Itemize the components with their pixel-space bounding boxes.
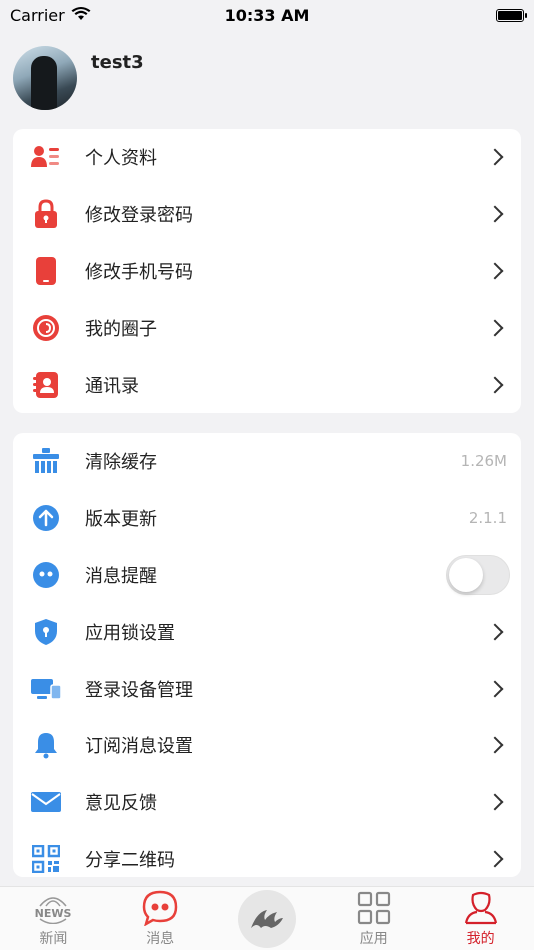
settings-item-clear-cache[interactable]: 清除缓存 1.26M (13, 433, 521, 490)
settings-item-label: 分享二维码 (85, 849, 175, 871)
apps-grid-icon (357, 888, 391, 928)
settings-item-label: 登录设备管理 (85, 679, 193, 701)
tab-label: 我的 (466, 931, 495, 947)
chevron-right-icon (486, 680, 504, 698)
center-logo-icon (237, 890, 296, 948)
account-item-label: 修改手机号码 (85, 261, 193, 283)
settings-item-label: 消息提醒 (85, 565, 157, 587)
settings-item-version[interactable]: 版本更新 2.1.1 (13, 490, 521, 547)
version-value: 2.1.1 (468, 509, 507, 528)
account-settings-card: 个人资料 修改登录密码 修改手机号码 我的圈子 通讯录 (13, 129, 521, 413)
tab-me[interactable]: 我的 (427, 887, 534, 950)
tab-news[interactable]: NEWS 新闻 (0, 887, 107, 950)
account-item-label: 通讯录 (85, 375, 139, 397)
shield-lock-icon (31, 617, 61, 647)
svg-text:NEWS: NEWS (35, 907, 72, 920)
settings-item-subscription[interactable]: 订阅消息设置 (13, 717, 521, 774)
contacts-icon (31, 370, 61, 400)
settings-item-devices[interactable]: 登录设备管理 (13, 660, 521, 717)
phone-icon (31, 256, 61, 286)
chevron-right-icon (486, 319, 504, 337)
settings-item-label: 清除缓存 (85, 452, 157, 474)
tab-messages[interactable]: 消息 (107, 887, 214, 950)
account-item-password[interactable]: 修改登录密码 (13, 186, 521, 243)
app-settings-card: 清除缓存 1.26M 版本更新 2.1.1 消息提醒 应用锁设置 登录设备管理 … (13, 433, 521, 877)
bell-icon (31, 730, 61, 760)
account-item-label: 个人资料 (85, 148, 157, 170)
broom-icon (31, 446, 61, 476)
chevron-right-icon (486, 793, 504, 811)
envelope-icon (31, 787, 61, 817)
chevron-right-icon (486, 262, 504, 280)
settings-item-label: 订阅消息设置 (85, 736, 193, 758)
chevron-right-icon (486, 205, 504, 223)
notification-toggle[interactable] (446, 554, 510, 595)
account-item-phone[interactable]: 修改手机号码 (13, 243, 521, 300)
settings-item-label: 意见反馈 (85, 793, 157, 815)
settings-item-app-lock[interactable]: 应用锁设置 (13, 603, 521, 660)
chat-bubble-icon (31, 560, 61, 590)
tab-label: 消息 (146, 931, 175, 947)
profile-card-icon (31, 142, 61, 172)
username: test3 (91, 52, 144, 73)
qrcode-icon (31, 844, 61, 874)
account-item-profile[interactable]: 个人资料 (13, 129, 521, 186)
message-icon (142, 888, 178, 928)
settings-item-notifications: 消息提醒 (13, 547, 521, 604)
status-bar: Carrier 10:33 AM (0, 0, 534, 30)
account-item-contacts[interactable]: 通讯录 (13, 356, 521, 413)
battery-icon (496, 8, 527, 22)
account-item-label: 我的圈子 (85, 318, 157, 340)
tab-label: 应用 (359, 931, 388, 947)
settings-item-share-qr[interactable]: 分享二维码 (13, 831, 521, 877)
chevron-right-icon (486, 623, 504, 641)
devices-icon (31, 674, 61, 704)
cache-size-value: 1.26M (460, 452, 507, 471)
account-item-circle[interactable]: 我的圈子 (13, 299, 521, 356)
tab-apps[interactable]: 应用 (320, 887, 427, 950)
chevron-right-icon (486, 376, 504, 394)
account-item-label: 修改登录密码 (85, 205, 193, 227)
news-icon: NEWS (34, 888, 72, 928)
status-time: 10:33 AM (224, 5, 310, 25)
circle-icon (31, 313, 61, 343)
chevron-right-icon (486, 736, 504, 754)
profile-header[interactable]: test3 (0, 30, 534, 125)
settings-item-feedback[interactable]: 意见反馈 (13, 774, 521, 831)
settings-item-label: 版本更新 (85, 509, 157, 531)
carrier-label: Carrier (10, 5, 65, 25)
lock-icon (31, 199, 61, 229)
person-icon (463, 888, 499, 928)
wifi-icon (71, 6, 91, 25)
tab-label: 新闻 (39, 931, 68, 947)
chevron-right-icon (486, 850, 504, 868)
tab-center[interactable] (214, 887, 321, 950)
avatar[interactable] (13, 46, 77, 110)
chevron-right-icon (486, 148, 504, 166)
upload-arrow-icon (31, 503, 61, 533)
tab-bar: NEWS 新闻 消息 应用 我的 (0, 886, 534, 950)
settings-item-label: 应用锁设置 (85, 622, 175, 644)
